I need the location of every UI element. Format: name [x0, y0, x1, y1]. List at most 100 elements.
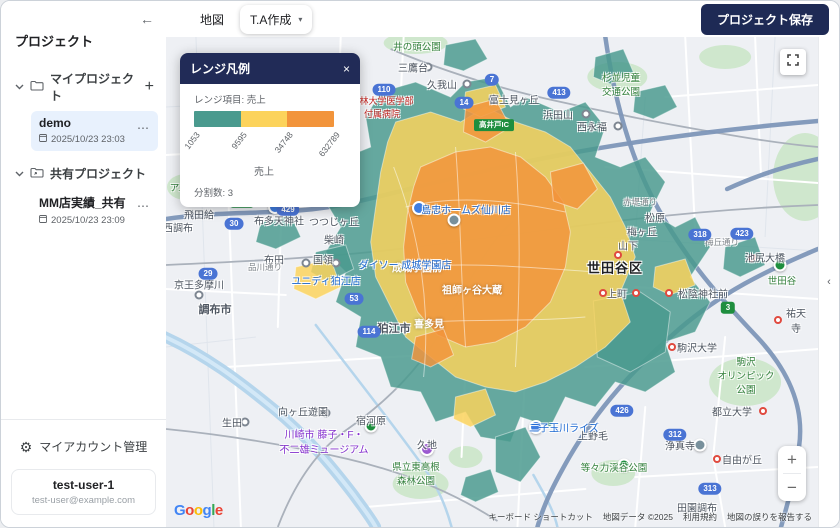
chevron-down-icon	[15, 84, 24, 90]
road-shield: 53	[345, 293, 364, 305]
content: 世田谷区調布市狛江市三鷹台久我山富士見ヶ丘浜田山西永福松原梅ヶ丘山下上町松陰神社…	[166, 37, 839, 527]
map-label: 赤堤通り	[623, 196, 657, 208]
map-label: 都立大学	[712, 404, 752, 419]
poi-marker[interactable]	[529, 420, 543, 434]
project-menu-icon[interactable]: ⋯	[137, 199, 150, 213]
poi-marker[interactable]	[694, 439, 707, 452]
zoom-controls: + −	[778, 446, 806, 501]
legend-stop-value: 9595	[229, 130, 249, 151]
map-attribution: キーボード ショートカット地図データ ©2025 利用規約地図の誤りを報告する	[489, 511, 812, 523]
calendar-icon	[39, 133, 47, 145]
station-marker[interactable]	[665, 289, 673, 297]
station-marker[interactable]	[748, 254, 756, 262]
map-label: 祐天寺	[785, 305, 807, 335]
attribution-item[interactable]: 地図の誤りを報告する	[727, 511, 812, 523]
road-shield: 30	[225, 218, 244, 230]
map-label: 杉並児童 交通公園	[602, 70, 640, 98]
road-shield: 110	[373, 84, 396, 96]
station-marker[interactable]	[632, 289, 640, 297]
attribution-item[interactable]: キーボード ショートカット	[489, 511, 593, 523]
map-label: 品川通り	[248, 261, 282, 273]
station-marker[interactable]	[614, 122, 623, 131]
station-marker[interactable]	[713, 455, 721, 463]
road-shield: 318	[688, 229, 711, 241]
station-marker[interactable]	[774, 316, 782, 324]
project-sidebar: ← プロジェクト マイプロジェクト + demo 2025/10/23 23:0…	[1, 1, 166, 527]
tab-ta-create[interactable]: T.A作成 ▾	[240, 5, 312, 34]
expand-panel-chevron-icon[interactable]: ‹	[827, 276, 831, 288]
station-marker[interactable]	[759, 407, 767, 415]
station-marker[interactable]	[195, 291, 204, 300]
save-project-button[interactable]: プロジェクト保存	[701, 4, 829, 35]
sidebar-collapse-icon[interactable]: ←	[140, 11, 154, 27]
poi-marker[interactable]	[448, 214, 461, 227]
station-marker[interactable]	[332, 259, 341, 268]
fullscreen-button[interactable]	[780, 49, 806, 75]
poi-marker[interactable]	[420, 442, 434, 456]
road-shield: 423	[730, 228, 753, 240]
add-project-button[interactable]: +	[145, 79, 154, 95]
range-legend-panel[interactable]: レンジ凡例 × レンジ項目: 売上 1053959534748632789 売上…	[180, 53, 360, 207]
poi-marker[interactable]	[774, 259, 787, 272]
project-item-shared[interactable]: MM店実績_共有 2025/10/23 23:09 ⋯	[31, 189, 158, 232]
zoom-out-button[interactable]: −	[778, 474, 806, 501]
poi-marker[interactable]	[365, 420, 378, 433]
map-label: 県立東高根 森林公園	[392, 459, 440, 487]
chevron-down-icon: ▾	[298, 15, 302, 24]
map-label: 喜多見	[414, 316, 444, 331]
folder-icon	[30, 80, 44, 94]
google-logo[interactable]: Google	[174, 502, 223, 519]
map-label: 国領	[313, 252, 333, 267]
account-management-button[interactable]: ⚙ マイアカウント管理	[11, 432, 156, 469]
road-shield: 高井戸IC	[474, 119, 514, 131]
zoom-in-button[interactable]: +	[778, 446, 806, 473]
close-icon[interactable]: ×	[343, 62, 350, 76]
project-item-demo[interactable]: demo 2025/10/23 23:03 ⋯	[31, 111, 158, 151]
map-label: 梅ヶ丘	[627, 224, 657, 239]
map-label: 世田谷	[768, 273, 797, 287]
chevron-down-icon	[15, 171, 24, 177]
poi-marker[interactable]	[618, 459, 631, 472]
station-marker[interactable]	[489, 95, 498, 104]
project-menu-icon[interactable]: ⋯	[137, 121, 150, 135]
sidebar-section-shared-projects[interactable]: 共有プロジェクト	[1, 157, 166, 187]
poi-marker[interactable]	[412, 201, 426, 215]
station-marker[interactable]	[599, 289, 607, 297]
legend-header: レンジ凡例 ×	[180, 53, 360, 84]
station-marker[interactable]	[463, 80, 472, 89]
station-marker[interactable]	[614, 251, 622, 259]
map-label: 西調布	[166, 220, 193, 235]
station-marker[interactable]	[668, 343, 676, 351]
user-card[interactable]: test-user-1 test-user@example.com	[11, 469, 156, 515]
map-canvas[interactable]: 世田谷区調布市狛江市三鷹台久我山富士見ヶ丘浜田山西永福松原梅ヶ丘山下上町松陰神社…	[166, 37, 818, 527]
map-label: ユニディ狛江店	[291, 273, 360, 288]
right-panel-strip: ‹	[818, 37, 839, 527]
map-label: 西永福	[577, 119, 607, 134]
sidebar-section-my-projects[interactable]: マイプロジェクト +	[1, 62, 166, 109]
legend-color-segment	[287, 111, 334, 127]
map-label: ダイソー 成城学園店	[359, 257, 452, 272]
station-marker[interactable]	[241, 418, 250, 427]
legend-divisions: 分割数: 3	[194, 185, 346, 199]
legend-stop-labels: 1053959534748632789	[194, 127, 334, 163]
map-label: 生田	[222, 415, 242, 430]
attribution-item: 地図データ ©2025	[603, 511, 673, 523]
attribution-item[interactable]: 利用規約	[683, 511, 717, 523]
station-marker[interactable]	[424, 63, 433, 72]
station-marker[interactable]	[322, 409, 331, 418]
road-shield: 14	[455, 97, 474, 109]
station-marker[interactable]	[582, 110, 591, 119]
account-management-label: マイアカウント管理	[39, 438, 147, 455]
map-label: 松原	[645, 210, 665, 225]
legend-color-segment	[194, 111, 241, 127]
map-label: 駒沢 オリンピック 公園	[717, 354, 774, 396]
map-label: 川崎市 藤子・F・ 不二雄ミュージアム	[279, 426, 368, 456]
fullscreen-icon	[787, 53, 799, 71]
station-marker[interactable]	[302, 259, 311, 268]
map-label: 京王多摩川	[174, 277, 224, 292]
legend-stop-value: 34748	[273, 130, 295, 155]
project-name: MM店実績_共有	[39, 194, 150, 211]
gear-icon: ⚙	[20, 440, 33, 454]
tab-map[interactable]: 地図	[190, 5, 234, 34]
shared-folder-icon	[30, 167, 44, 181]
